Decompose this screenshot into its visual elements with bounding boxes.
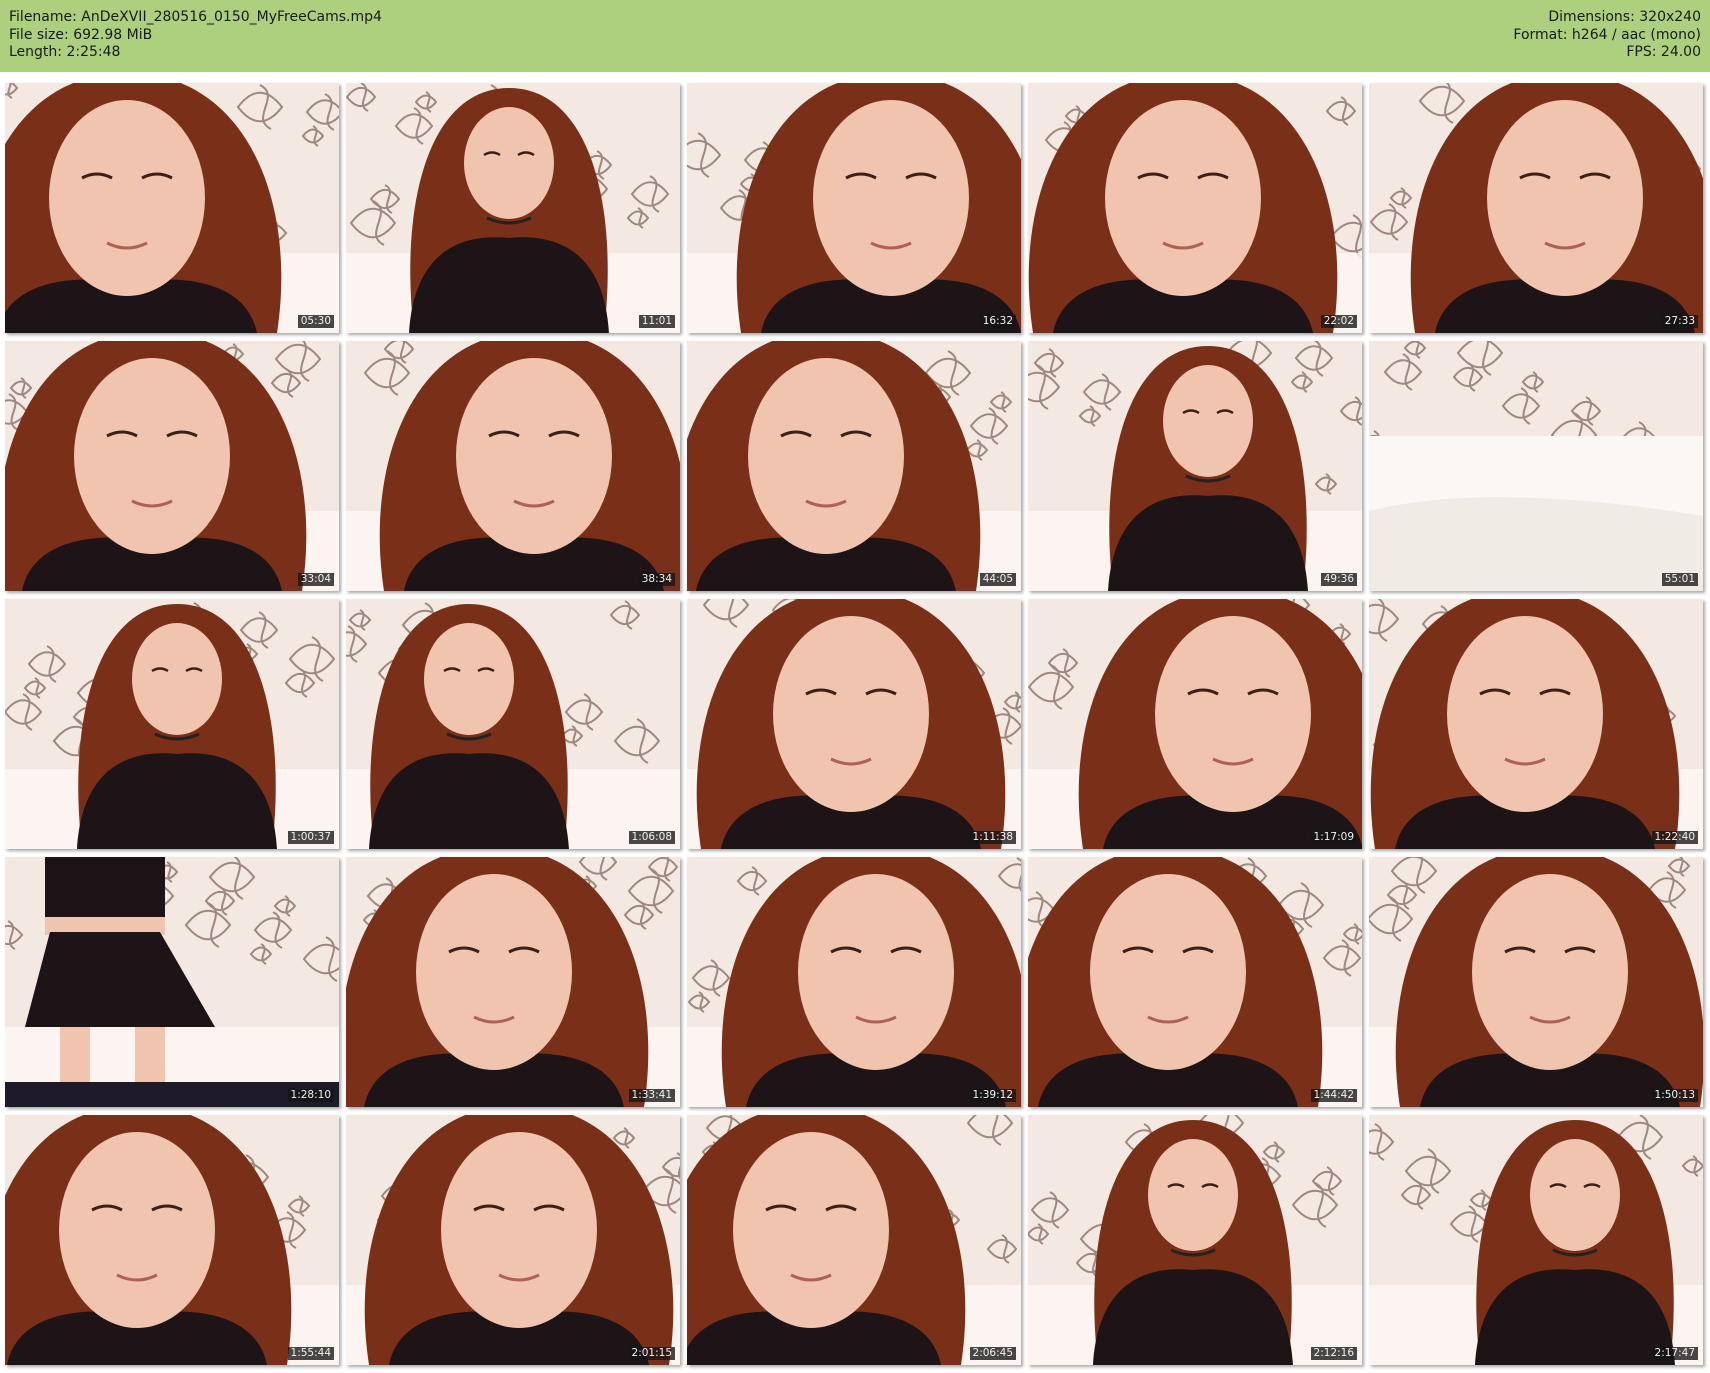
file-info: Filename: AnDeXVII_280516_0150_MyFreeCam… xyxy=(9,9,382,62)
thumbnail-timestamp: 2:01:15 xyxy=(628,1347,675,1360)
thumbnail-timestamp: 1:44:42 xyxy=(1310,1089,1357,1102)
thumbnail-frame-image xyxy=(1369,1115,1703,1365)
video-thumbnail: 22:02 xyxy=(1028,83,1362,333)
media-info: Dimensions: 320x240 Format: h264 / aac (… xyxy=(1513,9,1701,62)
thumbnail-timestamp: 33:04 xyxy=(297,573,334,586)
dimensions-text: Dimensions: 320x240 xyxy=(1548,9,1701,25)
filename-text: Filename: AnDeXVII_280516_0150_MyFreeCam… xyxy=(9,9,382,25)
info-header: Filename: AnDeXVII_280516_0150_MyFreeCam… xyxy=(0,0,1710,72)
thumbnail-frame-image xyxy=(5,599,339,849)
video-thumbnail: 1:06:08 xyxy=(346,599,680,849)
thumbnail-timestamp: 2:12:16 xyxy=(1310,1347,1357,1360)
thumbnail-timestamp: 27:33 xyxy=(1661,315,1698,328)
thumbnail-frame-image xyxy=(346,599,680,849)
thumbnail-frame-image xyxy=(5,341,339,591)
video-thumbnail: 05:30 xyxy=(5,83,339,333)
thumbnail-frame-image xyxy=(5,1115,339,1365)
video-thumbnail: 2:01:15 xyxy=(346,1115,680,1365)
thumbnail-timestamp: 38:34 xyxy=(638,573,675,586)
thumbnail-frame-image xyxy=(1369,599,1703,849)
thumbnail-timestamp: 11:01 xyxy=(638,315,675,328)
video-thumbnail: 11:01 xyxy=(346,83,680,333)
thumbnail-frame-image xyxy=(687,83,1021,333)
video-thumbnail: 1:50:13 xyxy=(1369,857,1703,1107)
video-thumbnail: 1:11:38 xyxy=(687,599,1021,849)
thumbnail-frame-image xyxy=(5,857,339,1107)
thumbnail-frame-image xyxy=(346,83,680,333)
thumbnail-timestamp: 1:22:40 xyxy=(1651,831,1698,844)
thumbnail-frame-image xyxy=(346,857,680,1107)
video-thumbnail: 55:01 xyxy=(1369,341,1703,591)
thumbnail-timestamp: 1:11:38 xyxy=(969,831,1016,844)
thumbnail-timestamp: 05:30 xyxy=(297,315,334,328)
thumbnail-frame-image xyxy=(1369,341,1703,591)
thumbnail-timestamp: 1:33:41 xyxy=(628,1089,675,1102)
thumbnail-frame-image xyxy=(346,341,680,591)
video-thumbnail: 1:55:44 xyxy=(5,1115,339,1365)
thumbnail-timestamp: 2:06:45 xyxy=(969,1347,1016,1360)
thumbnail-timestamp: 2:17:47 xyxy=(1651,1347,1698,1360)
thumbnail-frame-image xyxy=(1369,857,1703,1107)
video-thumbnail: 1:44:42 xyxy=(1028,857,1362,1107)
video-thumbnail: 1:00:37 xyxy=(5,599,339,849)
format-text: Format: h264 / aac (mono) xyxy=(1513,26,1701,43)
video-thumbnail: 1:22:40 xyxy=(1369,599,1703,849)
video-thumbnail: 38:34 xyxy=(346,341,680,591)
thumbnail-timestamp: 49:36 xyxy=(1320,573,1357,586)
thumbnail-frame-image xyxy=(1028,341,1362,591)
video-thumbnail: 2:12:16 xyxy=(1028,1115,1362,1365)
thumbnail-frame-image xyxy=(1369,83,1703,333)
thumbnail-timestamp: 1:55:44 xyxy=(287,1347,334,1360)
thumbnail-frame-image xyxy=(687,599,1021,849)
thumbnail-frame-image xyxy=(346,1115,680,1365)
video-thumbnail: 27:33 xyxy=(1369,83,1703,333)
video-thumbnail: 16:32 xyxy=(687,83,1021,333)
video-thumbnail: 1:33:41 xyxy=(346,857,680,1107)
video-thumbnail: 1:39:12 xyxy=(687,857,1021,1107)
thumbnail-timestamp: 16:32 xyxy=(979,315,1016,328)
thumbnail-frame-image xyxy=(687,857,1021,1107)
thumbnail-frame-image xyxy=(1028,857,1362,1107)
thumbnail-timestamp: 1:06:08 xyxy=(628,831,675,844)
thumbnail-timestamp: 1:17:09 xyxy=(1310,831,1357,844)
thumbnail-timestamp: 1:00:37 xyxy=(287,831,334,844)
video-thumbnail: 1:17:09 xyxy=(1028,599,1362,849)
thumbnail-frame-image xyxy=(1028,599,1362,849)
length-text: Length: 2:25:48 xyxy=(9,44,121,60)
thumbnail-frame-image xyxy=(1028,83,1362,333)
thumbnail-grid: 05:30 11:01 16:32 22:02 27:33 33:04 38:34 44:05… xyxy=(0,79,1710,1369)
thumbnail-frame-image xyxy=(5,83,339,333)
video-thumbnail: 44:05 xyxy=(687,341,1021,591)
video-thumbnail: 33:04 xyxy=(5,341,339,591)
thumbnail-timestamp: 1:39:12 xyxy=(969,1089,1016,1102)
thumbnail-timestamp: 1:50:13 xyxy=(1651,1089,1698,1102)
thumbnail-timestamp: 22:02 xyxy=(1320,315,1357,328)
fps-text: FPS: 24.00 xyxy=(1626,44,1701,60)
thumbnail-timestamp: 44:05 xyxy=(979,573,1016,586)
thumbnail-timestamp: 1:28:10 xyxy=(287,1089,334,1102)
thumbnail-frame-image xyxy=(687,341,1021,591)
video-thumbnail: 49:36 xyxy=(1028,341,1362,591)
thumbnail-timestamp: 55:01 xyxy=(1661,573,1698,586)
video-thumbnail: 1:28:10 xyxy=(5,857,339,1107)
filesize-text: File size: 692.98 MiB xyxy=(9,26,153,43)
thumbnail-frame-image xyxy=(1028,1115,1362,1365)
video-thumbnail: 2:17:47 xyxy=(1369,1115,1703,1365)
thumbnail-frame-image xyxy=(687,1115,1021,1365)
video-thumbnail: 2:06:45 xyxy=(687,1115,1021,1365)
